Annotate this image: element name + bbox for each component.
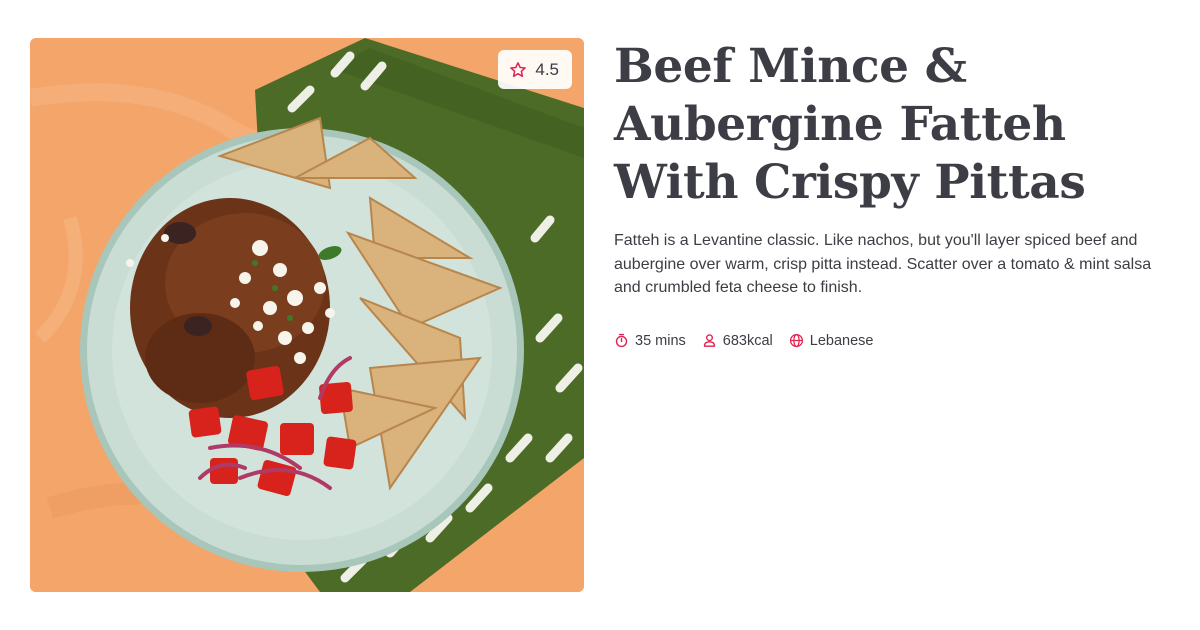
person-icon <box>703 334 715 347</box>
rating-value: 4.5 <box>535 59 559 79</box>
globe-icon <box>789 333 803 348</box>
meta-calories-value: 683kcal <box>722 332 773 349</box>
recipe-title: Beef Mince & Aubergine Fatteh With Crisp… <box>614 39 1086 210</box>
timer-icon <box>615 333 628 348</box>
meta-cuisine: Lebanese <box>789 332 874 349</box>
recipe-meta: 35 mins 683kcal Lebanese <box>614 333 1174 349</box>
meta-time: 35 mins <box>614 333 686 349</box>
food-photo <box>30 38 584 592</box>
meta-time-value: 35 mins <box>635 332 686 349</box>
meta-calories: 683kcal <box>702 333 773 349</box>
rating-badge[interactable]: 4.5 <box>498 50 572 89</box>
recipe-card: 4.5 Beef Mince & Aubergine Fatteh With C… <box>0 0 1200 630</box>
meta-cuisine-value: Lebanese <box>809 332 874 349</box>
star-icon <box>510 61 527 77</box>
recipe-description: Fatteh is a Levantine classic. Like nach… <box>614 232 1152 296</box>
recipe-image[interactable]: 4.5 <box>30 38 584 592</box>
recipe-details: Beef Mince & Aubergine Fatteh With Crisp… <box>614 38 1174 349</box>
